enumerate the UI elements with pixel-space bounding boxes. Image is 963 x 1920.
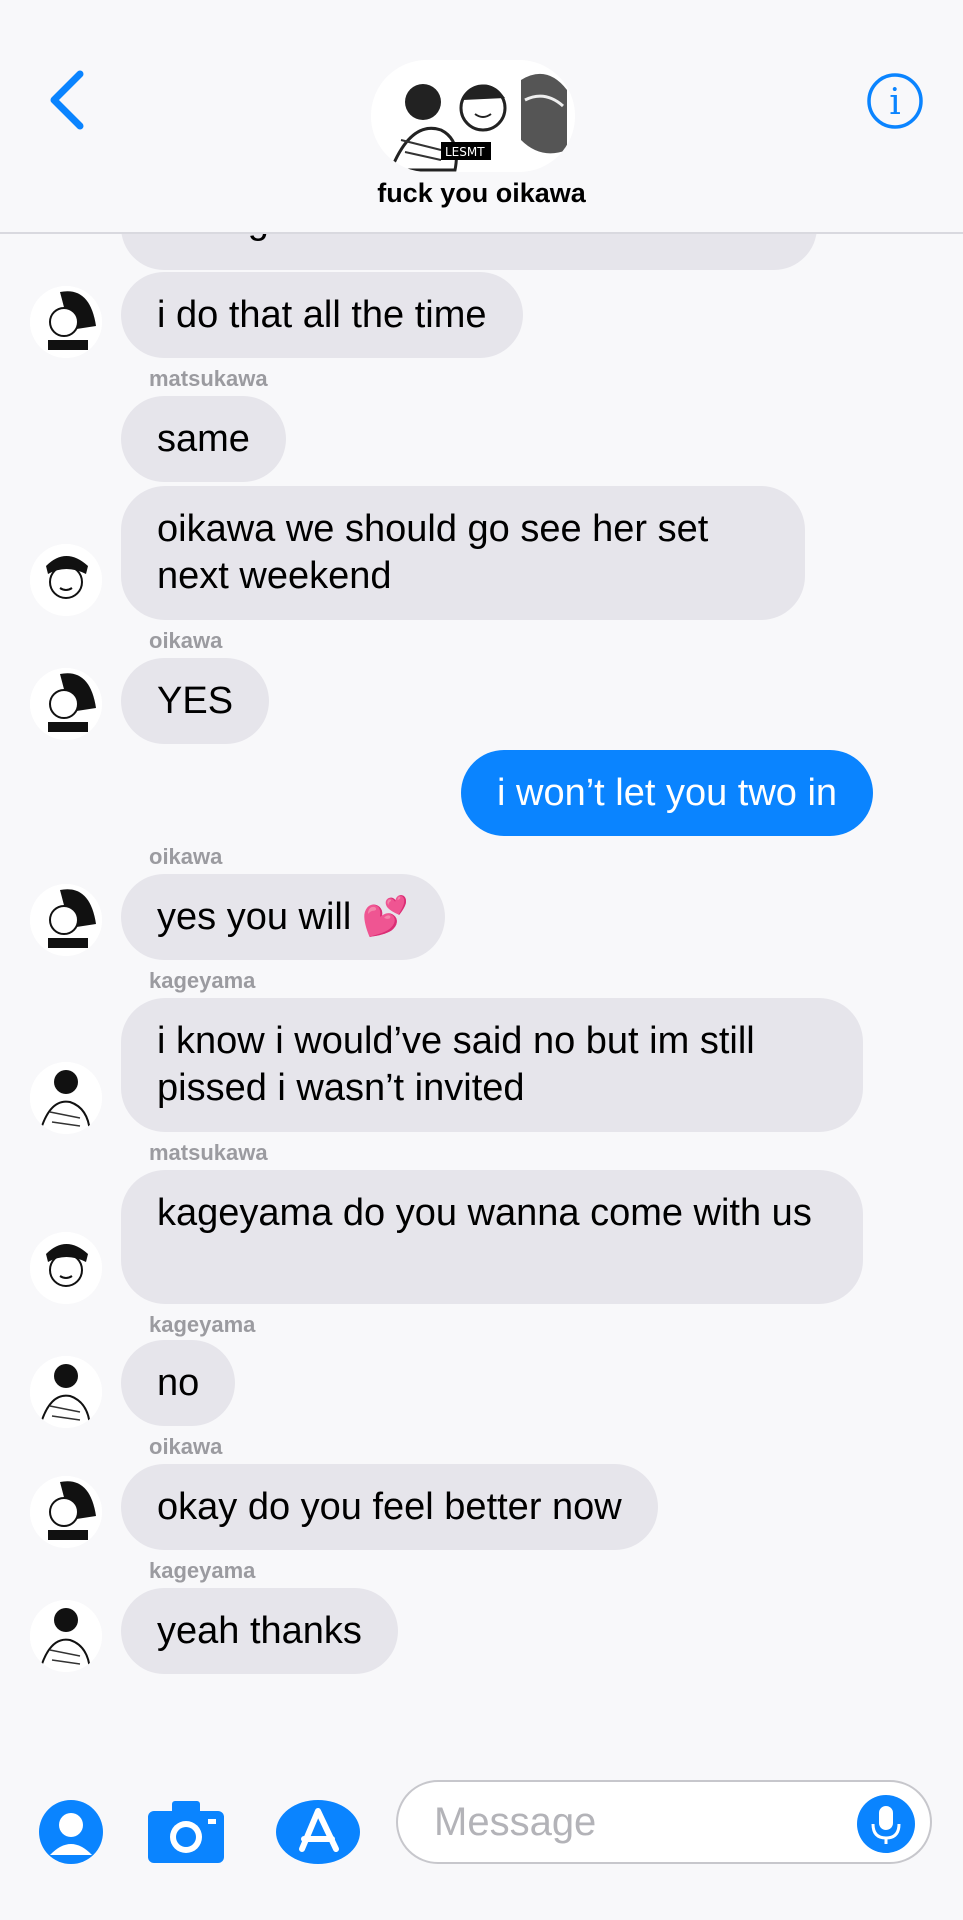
avatar-matsukawa[interactable]	[30, 1232, 102, 1304]
svg-text:i: i	[889, 82, 901, 123]
avatar-kageyama[interactable]	[30, 1356, 102, 1428]
avatar-oikawa[interactable]	[30, 286, 102, 358]
sender-name: matsukawa	[149, 366, 268, 391]
message-bubble[interactable]: same	[121, 396, 286, 482]
avatar-oikawa[interactable]	[30, 1476, 102, 1548]
svg-text:LESMT: LESMT	[445, 145, 485, 159]
info-icon[interactable]: i	[866, 72, 924, 130]
sender-name: oikawa	[149, 628, 223, 653]
message-bubble[interactable]: i do that all the time	[121, 272, 523, 358]
chat-title[interactable]: fuck you oikawa	[0, 178, 963, 209]
message-bubble-sent[interactable]: i won’t let you two in	[461, 750, 874, 836]
microphone-icon[interactable]	[856, 1794, 916, 1854]
avatar-oikawa[interactable]	[30, 668, 102, 740]
chat-header: LESMT fuck you oikawa i	[0, 0, 963, 234]
camera-icon[interactable]	[146, 1797, 226, 1867]
sender-name: oikawa	[149, 844, 223, 869]
sender-name: matsukawa	[149, 1140, 268, 1165]
app-store-icon[interactable]	[274, 1797, 364, 1867]
avatar-kageyama[interactable]	[30, 1600, 102, 1672]
group-photo[interactable]: LESMT	[371, 60, 575, 172]
avatar-oikawa[interactable]	[30, 884, 102, 956]
message-bubble[interactable]: oikawa we should go see her set next wee…	[121, 486, 805, 620]
message-bubble[interactable]: yes you will 💕	[121, 874, 446, 960]
message-bubble[interactable]: no	[121, 1340, 236, 1426]
message-bubble[interactable]: yeah thanks	[121, 1588, 398, 1674]
sender-name: kageyama	[149, 968, 256, 993]
sender-name: kageyama	[149, 1558, 256, 1583]
avatar-matsukawa[interactable]	[30, 544, 102, 616]
message-bubble[interactable]: i know i would’ve said no but im still p…	[121, 998, 863, 1132]
avatar-kageyama[interactable]	[30, 1062, 102, 1134]
message-list[interactable]: lurking i do that all the time matsukawa…	[0, 232, 963, 1762]
sender-name: kageyama	[149, 1312, 256, 1337]
message-bubble[interactable]: lurking	[121, 232, 817, 270]
memoji-icon[interactable]	[36, 1797, 106, 1867]
chevron-left-icon[interactable]	[44, 68, 90, 132]
sender-name: oikawa	[149, 1434, 223, 1459]
message-bubble[interactable]: kageyama do you wanna come with us	[121, 1170, 863, 1304]
message-bubble[interactable]: okay do you feel better now	[121, 1464, 658, 1550]
message-placeholder: Message	[434, 1800, 597, 1844]
message-bubble[interactable]: YES	[121, 658, 270, 744]
